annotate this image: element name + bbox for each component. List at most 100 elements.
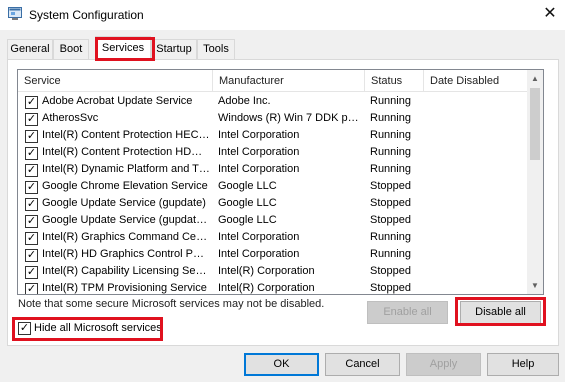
scroll-up-arrow-icon[interactable]: ▲ xyxy=(527,70,543,87)
service-manufacturer: Intel Corporation xyxy=(218,231,300,243)
service-status: Running xyxy=(370,248,411,260)
service-date-disabled xyxy=(429,280,524,294)
tab-boot[interactable]: Boot xyxy=(53,39,89,59)
tab-label: Services xyxy=(101,42,145,54)
column-header-service[interactable]: Service xyxy=(18,70,213,92)
column-header-status[interactable]: Status xyxy=(365,70,424,92)
table-row[interactable]: ✓ Google Update Service (gupdate) Google L… xyxy=(18,195,528,212)
disable-all-button[interactable]: Disable all xyxy=(460,301,541,324)
msconfig-app-icon xyxy=(8,7,22,20)
service-checkbox[interactable]: ✓ xyxy=(25,96,38,109)
service-manufacturer: Google LLC xyxy=(218,180,277,192)
hide-microsoft-services-label: Hide all Microsoft services xyxy=(34,322,162,334)
table-row[interactable]: ✓ Intel(R) HD Graphics Control Panel Serv… xyxy=(18,246,528,263)
service-manufacturer: Windows (R) Win 7 DDK provider xyxy=(218,112,360,124)
service-date-disabled xyxy=(429,246,524,263)
service-status: Stopped xyxy=(370,265,411,277)
table-row[interactable]: ✓ Intel(R) Capability Licensing Service In… xyxy=(18,263,528,280)
vertical-scrollbar[interactable]: ▲ ▼ xyxy=(527,70,543,294)
table-row[interactable]: ✓ Intel(R) Dynamic Platform and Thermal F… xyxy=(18,161,528,178)
ok-button[interactable]: OK xyxy=(244,353,319,376)
service-date-disabled xyxy=(429,229,524,246)
service-name: Intel(R) Capability Licensing Service xyxy=(42,265,210,277)
tab-label: Tools xyxy=(203,43,229,55)
service-name: Intel(R) Graphics Command Center Service xyxy=(42,231,210,243)
service-manufacturer: Intel Corporation xyxy=(218,163,300,175)
service-date-disabled xyxy=(429,144,524,161)
service-name: Intel(R) HD Graphics Control Panel Servi… xyxy=(42,248,210,260)
service-date-disabled xyxy=(429,195,524,212)
close-icon: ✕ xyxy=(543,5,557,22)
service-manufacturer: Intel Corporation xyxy=(218,146,300,158)
table-row[interactable]: ✓ Intel(R) Content Protection HECI Servic… xyxy=(18,127,528,144)
service-manufacturer: Google LLC xyxy=(218,214,277,226)
window-title: System Configuration xyxy=(29,8,144,22)
services-list[interactable]: Service Manufacturer Status Date Disable… xyxy=(17,69,544,295)
service-name: Google Update Service (gupdate) xyxy=(42,197,206,209)
column-header-date-disabled[interactable]: Date Disabled xyxy=(424,70,528,92)
service-checkbox[interactable]: ✓ xyxy=(25,130,38,143)
help-button[interactable]: Help xyxy=(487,353,559,376)
service-date-disabled xyxy=(429,263,524,280)
service-name: AtherosSvc xyxy=(42,112,99,124)
service-checkbox[interactable]: ✓ xyxy=(25,232,38,245)
service-date-disabled xyxy=(429,212,524,229)
table-row[interactable]: ✓ Intel(R) TPM Provisioning Service Intel(… xyxy=(18,280,528,294)
service-status: Running xyxy=(370,231,411,243)
close-button[interactable]: ✕ xyxy=(535,0,565,30)
scroll-thumb[interactable] xyxy=(530,88,540,160)
service-status: Running xyxy=(370,163,411,175)
service-manufacturer: Intel(R) Corporation xyxy=(218,282,315,294)
apply-button[interactable]: Apply xyxy=(406,353,481,376)
tab-general[interactable]: General xyxy=(7,39,53,59)
service-date-disabled xyxy=(429,178,524,195)
column-header-manufacturer[interactable]: Manufacturer xyxy=(213,70,365,92)
tab-tools[interactable]: Tools xyxy=(197,39,235,59)
tab-label: Startup xyxy=(156,43,192,55)
table-row[interactable]: ✓ Adobe Acrobat Update Service Adobe Inc. R… xyxy=(18,93,528,110)
service-name: Intel(R) TPM Provisioning Service xyxy=(42,282,207,294)
service-checkbox[interactable]: ✓ xyxy=(25,147,38,160)
secure-services-note: Note that some secure Microsoft services… xyxy=(18,298,325,310)
service-status: Stopped xyxy=(370,214,411,226)
service-status: Stopped xyxy=(370,180,411,192)
service-name: Google Update Service (gupdatem) xyxy=(42,214,210,226)
service-manufacturer: Intel(R) Corporation xyxy=(218,265,315,277)
service-date-disabled xyxy=(429,93,524,110)
cancel-button[interactable]: Cancel xyxy=(325,353,400,376)
service-checkbox[interactable]: ✓ xyxy=(25,198,38,211)
service-checkbox[interactable]: ✓ xyxy=(25,181,38,194)
service-checkbox[interactable]: ✓ xyxy=(25,164,38,177)
table-row[interactable]: ✓ AtherosSvc Windows (R) Win 7 DDK provide… xyxy=(18,110,528,127)
table-row[interactable]: ✓ Google Update Service (gupdatem) Google … xyxy=(18,212,528,229)
checkbox-checked-icon[interactable]: ✓ xyxy=(18,322,31,335)
tab-services[interactable]: Services xyxy=(95,36,151,60)
service-status: Stopped xyxy=(370,282,411,294)
table-row[interactable]: ✓ Intel(R) Content Protection HDCP Servic… xyxy=(18,144,528,161)
table-row[interactable]: ✓ Intel(R) Graphics Command Center Servic… xyxy=(18,229,528,246)
tab-label: General xyxy=(10,43,50,55)
service-name: Google Chrome Elevation Service xyxy=(42,180,208,192)
service-manufacturer: Intel Corporation xyxy=(218,129,300,141)
service-checkbox[interactable]: ✓ xyxy=(25,283,38,294)
scroll-down-arrow-icon[interactable]: ▼ xyxy=(527,277,543,294)
service-manufacturer: Intel Corporation xyxy=(218,248,300,260)
service-name: Intel(R) Content Protection HECI Service xyxy=(42,129,210,141)
service-manufacturer: Google LLC xyxy=(218,197,277,209)
service-date-disabled xyxy=(429,110,524,127)
enable-all-button[interactable]: Enable all xyxy=(367,301,448,324)
service-status: Running xyxy=(370,112,411,124)
service-checkbox[interactable]: ✓ xyxy=(25,249,38,262)
service-name: Intel(R) Content Protection HDCP Service xyxy=(42,146,210,158)
tab-startup[interactable]: Startup xyxy=(151,39,197,59)
services-rows: ✓ Adobe Acrobat Update Service Adobe Inc. R… xyxy=(18,93,528,294)
service-checkbox[interactable]: ✓ xyxy=(25,266,38,279)
service-name: Adobe Acrobat Update Service xyxy=(42,95,193,107)
service-checkbox[interactable]: ✓ xyxy=(25,113,38,126)
title-bar: System Configuration ✕ xyxy=(0,0,565,30)
service-status: Running xyxy=(370,95,411,107)
service-status: Running xyxy=(370,146,411,158)
table-row[interactable]: ✓ Google Chrome Elevation Service Google L… xyxy=(18,178,528,195)
service-checkbox[interactable]: ✓ xyxy=(25,215,38,228)
service-date-disabled xyxy=(429,127,524,144)
